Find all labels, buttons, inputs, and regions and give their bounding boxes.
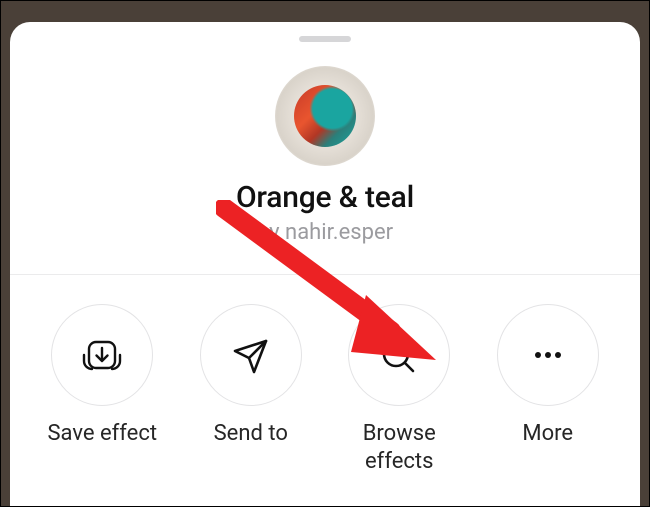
effect-author[interactable]: by nahir.esper bbox=[10, 220, 640, 245]
more-circle bbox=[497, 304, 599, 406]
save-icon bbox=[81, 334, 123, 376]
more-icon bbox=[528, 335, 568, 375]
save-effect-label: Save effect bbox=[47, 420, 157, 448]
browse-effects-label: Browse effects bbox=[329, 420, 469, 475]
send-to-label: Send to bbox=[214, 420, 288, 448]
send-to-circle bbox=[200, 304, 302, 406]
browse-effects-circle bbox=[348, 304, 450, 406]
save-effect-button[interactable]: Save effect bbox=[32, 304, 172, 475]
more-label: More bbox=[522, 420, 573, 448]
effect-details-sheet: Orange & teal by nahir.esper Save effect bbox=[10, 22, 640, 507]
actions-row: Save effect Send to Browse effects bbox=[10, 304, 640, 475]
browse-effects-button[interactable]: Browse effects bbox=[329, 304, 469, 475]
divider bbox=[10, 274, 640, 275]
effect-avatar-image bbox=[294, 85, 356, 147]
paper-plane-icon bbox=[229, 333, 273, 377]
more-button[interactable]: More bbox=[478, 304, 618, 475]
send-to-button[interactable]: Send to bbox=[181, 304, 321, 475]
sheet-grabber[interactable] bbox=[299, 36, 351, 42]
browse-effects-icon bbox=[377, 333, 421, 377]
author-username: nahir.esper bbox=[285, 220, 393, 245]
effect-avatar[interactable] bbox=[275, 66, 375, 166]
save-effect-circle bbox=[51, 304, 153, 406]
author-prefix: by bbox=[257, 220, 285, 245]
effect-title: Orange & teal bbox=[10, 180, 640, 215]
